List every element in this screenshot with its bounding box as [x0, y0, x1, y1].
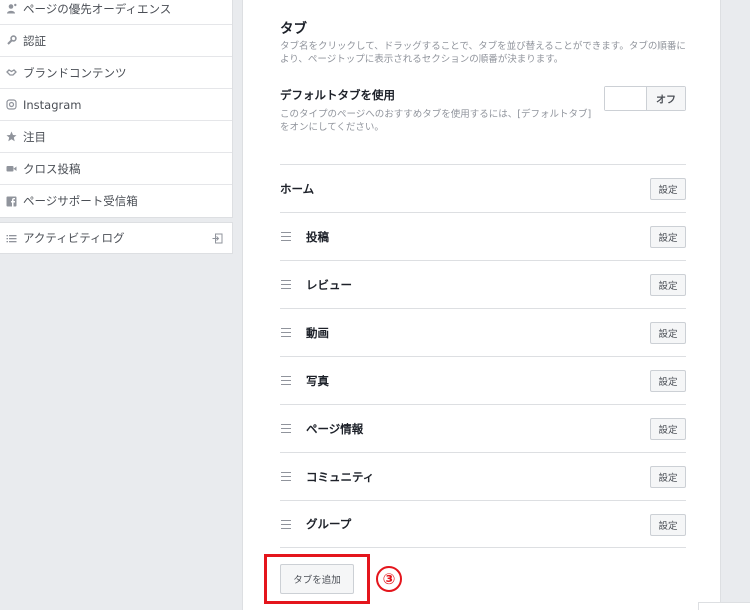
- drag-handle-icon[interactable]: [281, 232, 291, 241]
- sidebar-item-preferred-audience[interactable]: ページの優先オーディエンス: [0, 0, 232, 25]
- tab-row-posts[interactable]: 投稿 設定: [280, 212, 686, 260]
- sidebar-item-label: ブランドコンテンツ: [23, 65, 127, 80]
- toggle-knob: [605, 87, 647, 110]
- tab-settings-button[interactable]: 設定: [650, 370, 686, 392]
- star-icon: [6, 131, 17, 142]
- handshake-icon: [6, 67, 17, 78]
- tab-list: ホーム 設定 投稿 設定 レビュー 設定 動画 設定 写真 設定 ページ情報 設…: [280, 164, 686, 548]
- sidebar-item-label: ページの優先オーディエンス: [23, 1, 172, 16]
- sidebar-item-activity-log[interactable]: アクティビティログ: [0, 222, 233, 254]
- default-tabs-description: このタイプのページへのおすすめタブを使用するには、[デフォルトタブ]をオンにして…: [280, 109, 592, 133]
- tab-name: ページ情報: [306, 421, 364, 436]
- tab-name: ホーム: [280, 181, 315, 196]
- tab-settings-button[interactable]: 設定: [650, 466, 686, 488]
- sidebar-item-instagram[interactable]: Instagram: [0, 89, 232, 121]
- default-tabs-toggle[interactable]: オフ: [604, 86, 686, 111]
- sidebar-item-support-inbox[interactable]: ページサポート受信箱: [0, 185, 232, 217]
- section-description: タブ名をクリックして、ドラッグすることで、タブを並び替えることができます。タブの…: [280, 41, 686, 65]
- tab-row-reviews[interactable]: レビュー 設定: [280, 260, 686, 308]
- tab-name: 動画: [306, 325, 329, 340]
- add-tab-button[interactable]: タブを追加: [280, 564, 354, 594]
- drag-handle-icon[interactable]: [281, 519, 291, 529]
- settings-sidebar: ページの優先オーディエンス 認証 ブランドコンテンツ Instagram 注目 …: [0, 0, 233, 218]
- facebook-icon: [6, 196, 17, 207]
- list-icon: [6, 233, 17, 244]
- default-tabs-title: デフォルトタブを使用: [280, 88, 395, 102]
- sidebar-item-crossposting[interactable]: クロス投稿: [0, 153, 232, 185]
- page-corner-panel: [698, 602, 750, 610]
- sidebar-item-verification[interactable]: 認証: [0, 25, 232, 57]
- tab-settings-button[interactable]: 設定: [650, 226, 686, 248]
- video-camera-icon: [6, 163, 17, 174]
- sidebar-item-label: アクティビティログ: [23, 231, 125, 245]
- tabs-settings-card: タブ タブ名をクリックして、ドラッグすることで、タブを並び替えることができます。…: [242, 0, 721, 610]
- tab-settings-button[interactable]: 設定: [650, 322, 686, 344]
- section-title: タブ: [280, 21, 307, 37]
- tab-settings-button[interactable]: 設定: [650, 514, 686, 536]
- sidebar-item-branded-content[interactable]: ブランドコンテンツ: [0, 57, 232, 89]
- tab-row-photos[interactable]: 写真 設定: [280, 356, 686, 404]
- sidebar-item-featured[interactable]: 注目: [0, 121, 232, 153]
- tab-settings-button[interactable]: 設定: [650, 418, 686, 440]
- drag-handle-icon[interactable]: [281, 376, 291, 385]
- tab-name: コミュニティ: [306, 469, 375, 484]
- open-external-icon[interactable]: [212, 233, 223, 247]
- tab-row-videos[interactable]: 動画 設定: [280, 308, 686, 356]
- tab-row-about[interactable]: ページ情報 設定: [280, 404, 686, 452]
- sidebar-item-label: 注目: [23, 129, 46, 144]
- tab-row-groups[interactable]: グループ 設定: [280, 500, 686, 548]
- sidebar-item-label: 認証: [23, 33, 46, 48]
- wrench-icon: [6, 35, 17, 46]
- tab-row-home: ホーム 設定: [280, 164, 686, 212]
- toggle-label: オフ: [647, 87, 685, 110]
- drag-handle-icon[interactable]: [281, 472, 291, 481]
- tab-settings-button[interactable]: 設定: [650, 274, 686, 296]
- tab-name: グループ: [306, 517, 352, 531]
- tab-settings-button[interactable]: 設定: [650, 178, 686, 200]
- sidebar-item-label: Instagram: [23, 97, 82, 112]
- drag-handle-icon[interactable]: [281, 424, 291, 433]
- annotation-step-marker: ③: [376, 566, 402, 592]
- sidebar-item-label: クロス投稿: [23, 161, 81, 176]
- audience-icon: [6, 3, 17, 14]
- instagram-icon: [6, 99, 17, 110]
- drag-handle-icon[interactable]: [281, 280, 291, 289]
- tab-row-community[interactable]: コミュニティ 設定: [280, 452, 686, 500]
- tab-name: 投稿: [306, 229, 329, 244]
- tab-name: 写真: [306, 373, 329, 388]
- sidebar-item-label: ページサポート受信箱: [23, 194, 138, 208]
- tab-name: レビュー: [306, 277, 352, 292]
- drag-handle-icon[interactable]: [281, 328, 291, 337]
